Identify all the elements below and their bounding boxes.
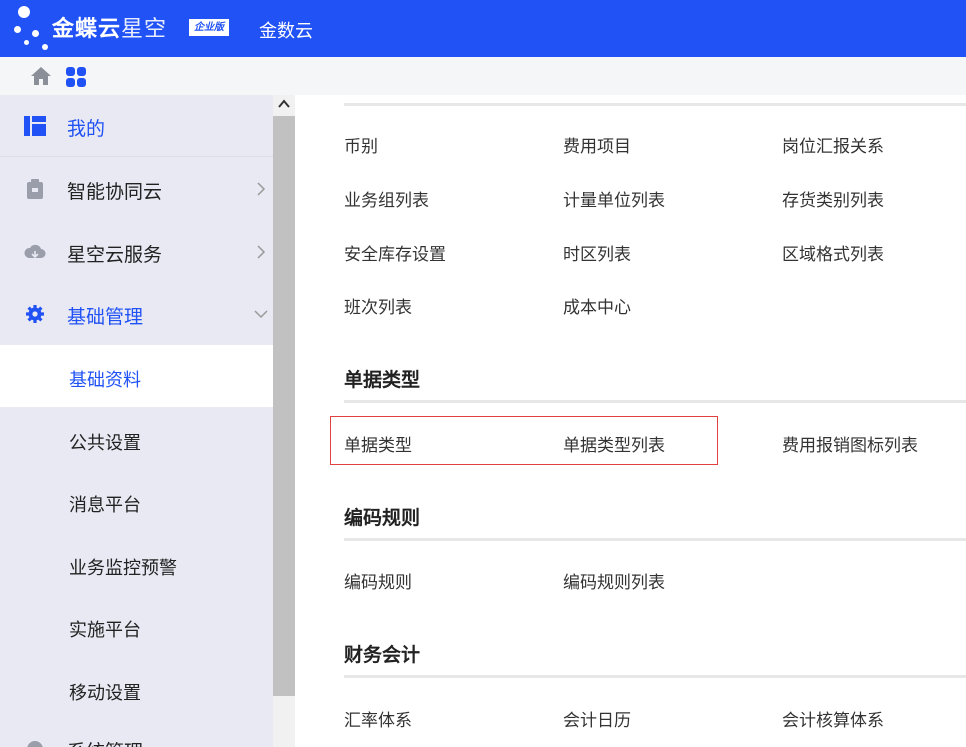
sidebar-item-system-management[interactable]: 系统管理 [0, 721, 273, 747]
chevron-right-icon [257, 245, 266, 259]
section-divider [344, 400, 966, 403]
sidebar-subitem-message-platform[interactable]: 消息平台 [0, 470, 273, 532]
top-bar: 金蝶云星空 企业版 金数云 [0, 0, 966, 57]
gear-icon [26, 305, 44, 323]
scroll-up-icon[interactable] [275, 97, 293, 111]
sidebar-subitem-label: 移动设置 [69, 683, 141, 704]
link-item[interactable]: 岗位汇报关系 [782, 132, 884, 157]
section-divider [344, 103, 966, 106]
link-item[interactable]: 费用报销图标列表 [782, 431, 918, 456]
system-icon [27, 741, 43, 747]
link-item[interactable]: 区域格式列表 [782, 240, 884, 265]
link-item[interactable]: 编码规则列表 [563, 568, 665, 593]
apps-icon[interactable] [66, 67, 87, 87]
dashboard-icon [24, 116, 46, 136]
section-divider [344, 675, 966, 678]
brand-title[interactable]: 金蝶云星空 [52, 11, 167, 43]
brand-sub: 星空 [121, 17, 168, 42]
cloud-icon [24, 244, 46, 259]
sidebar-item-label: 星空云服务 [67, 244, 163, 266]
cloud-name[interactable]: 金数云 [259, 17, 313, 43]
link-item[interactable]: 业务组列表 [344, 186, 429, 211]
link-item[interactable]: 会计核算体系 [782, 706, 884, 731]
sidebar-item-smart-collab[interactable]: 智能协同云 [0, 158, 273, 220]
sidebar-item-basic-management[interactable]: 基础管理 [0, 283, 273, 345]
chevron-down-icon [254, 310, 268, 319]
sidebar-item-mine[interactable]: 我的 [0, 95, 273, 157]
sidebar-subitem-implementation[interactable]: 实施平台 [0, 595, 273, 657]
kingdee-logo-icon [14, 4, 54, 52]
chevron-right-icon [257, 182, 266, 196]
link-item[interactable]: 单据类型列表 [563, 431, 665, 456]
sidebar-item-cloud-service[interactable]: 星空云服务 [0, 221, 273, 283]
section-title: 单据类型 [344, 369, 421, 391]
home-icon[interactable] [30, 66, 52, 86]
sidebar-subitem-label: 业务监控预警 [69, 558, 177, 579]
sidebar-item-label: 基础管理 [67, 306, 144, 328]
scrollbar-thumb[interactable] [273, 116, 295, 696]
section-title: 财务会计 [344, 644, 421, 666]
link-item[interactable]: 班次列表 [344, 293, 412, 318]
sidebar-subitem-mobile-settings[interactable]: 移动设置 [0, 658, 273, 720]
sidebar-subitem-public-settings[interactable]: 公共设置 [0, 408, 273, 470]
link-item[interactable]: 编码规则 [344, 568, 412, 593]
link-item[interactable]: 安全库存设置 [344, 240, 446, 265]
link-item[interactable]: 费用项目 [563, 132, 631, 157]
link-item[interactable]: 存货类别列表 [782, 186, 884, 211]
sidebar-subitem-label: 基础资料 [69, 370, 141, 391]
edition-badge: 企业版 [189, 19, 229, 36]
sidebar-item-label: 智能协同云 [67, 181, 163, 203]
sidebar-subitem-basic-data[interactable]: 基础资料 [0, 345, 273, 407]
link-item[interactable]: 币别 [344, 132, 378, 157]
quick-bar [0, 57, 966, 95]
link-item[interactable]: 单据类型 [344, 431, 412, 456]
sidebar-subitem-monitoring-alerts[interactable]: 业务监控预警 [0, 533, 273, 595]
link-item[interactable]: 成本中心 [563, 293, 631, 318]
link-item[interactable]: 计量单位列表 [563, 186, 665, 211]
link-item[interactable]: 会计日历 [563, 706, 631, 731]
sidebar-item-label: 我的 [67, 118, 106, 140]
sidebar-subitem-label: 实施平台 [69, 620, 141, 641]
clipboard-icon [27, 179, 43, 199]
section-divider [344, 538, 966, 541]
sidebar: 我的 智能协同云 星空云服务 基础管理 基础资料 公共设置 消息平台 业务监控预… [0, 95, 273, 747]
brand-main: 金蝶云 [52, 17, 122, 42]
section-title: 编码规则 [344, 507, 421, 529]
sidebar-subitem-label: 消息平台 [69, 495, 141, 516]
sidebar-item-label: 系统管理 [67, 737, 143, 747]
sidebar-subitem-label: 公共设置 [69, 433, 141, 454]
link-item[interactable]: 汇率体系 [344, 706, 412, 731]
link-item[interactable]: 时区列表 [563, 240, 631, 265]
